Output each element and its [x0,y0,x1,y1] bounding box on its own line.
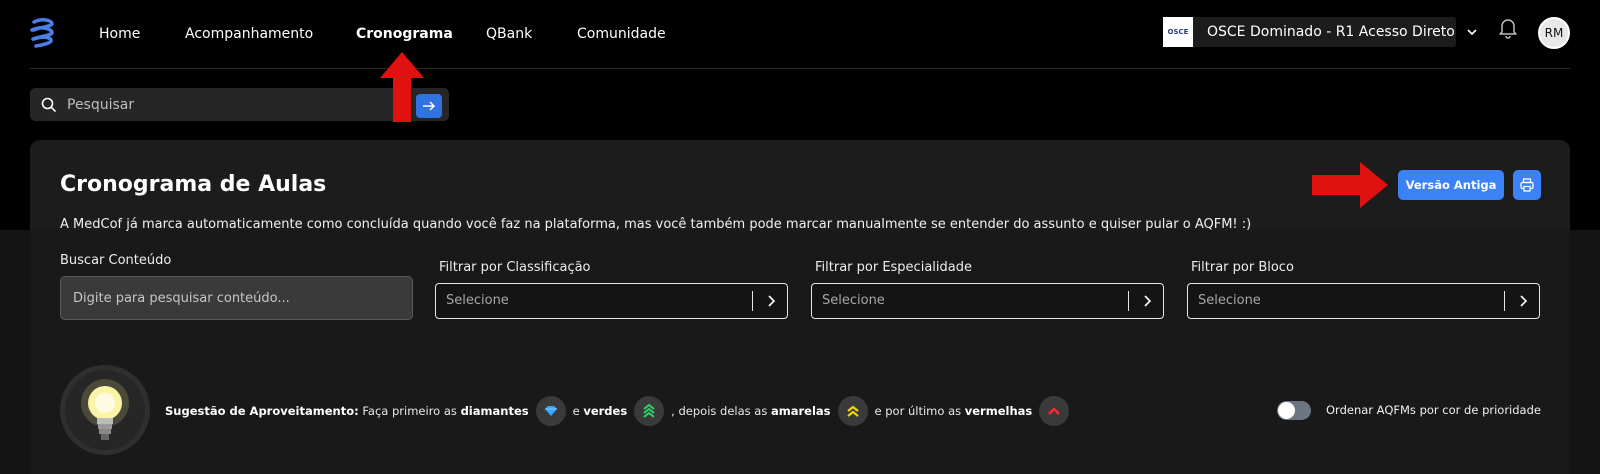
select-divider [1128,291,1129,311]
nav-acompanhamento[interactable]: Acompanhamento [185,26,313,42]
printer-icon [1520,178,1534,192]
suggestion-yellows: amarelas [771,404,831,418]
nav-divider [30,68,1570,69]
page-subtitle: A MedCof já marca automaticamente como c… [60,217,1252,232]
suggestion-greens: verdes [583,404,628,418]
bell-icon[interactable] [1497,16,1519,40]
double-chevron-up-icon [846,405,859,417]
suggestion-text-4: e por último as [874,404,962,418]
toggle-knob [1278,402,1295,419]
yellow-priority-badge [837,396,868,426]
nav-home[interactable]: Home [99,26,140,42]
top-nav: Home Acompanhamento Cronograma QBank Com… [0,0,1600,68]
print-button[interactable] [1513,170,1541,200]
red-priority-badge [1039,396,1070,426]
chevron-right-icon [768,295,776,307]
specialty-filter-label: Filtrar por Especialidade [815,260,972,275]
lightbulb-badge [60,365,150,455]
block-select[interactable]: Selecione [1187,283,1540,319]
priority-sort-label: Ordenar AQFMs por cor de prioridade [1326,403,1541,417]
suggestion-text-3: , depois delas as [671,404,768,418]
old-version-button[interactable]: Versão Antiga [1398,170,1504,200]
arrow-right-icon [423,101,436,111]
course-name: OSCE Dominado - R1 Acesso Direto [1207,24,1455,40]
nav-comunidade[interactable]: Comunidade [577,26,666,42]
select-divider [752,291,753,311]
medcof-logo-icon[interactable] [28,16,56,48]
classification-select-value: Selecione [446,293,509,308]
suggestion-reds: vermelhas [964,404,1033,418]
block-select-value: Selecione [1198,293,1261,308]
suggestion-prefix: Sugestão de Aproveitamento: [165,404,359,418]
course-selector[interactable]: OSCE OSCE Dominado - R1 Acesso Direto [1163,17,1456,47]
course-thumbnail: OSCE [1163,17,1193,47]
page-title: Cronograma de Aulas [60,172,327,197]
avatar[interactable]: RM [1538,17,1570,49]
priority-sort-toggle[interactable] [1277,401,1311,420]
chevron-right-icon [1144,295,1152,307]
suggestion-diamonds: diamantes [460,404,529,418]
green-priority-badge [634,396,665,426]
specialty-select[interactable]: Selecione [811,283,1164,319]
suggestion-text-2: e [572,404,580,418]
triple-chevron-up-icon [643,403,655,418]
search-icon [41,97,57,113]
suggestion-text: Sugestão de Aproveitamento: Faça primeir… [165,396,1076,426]
content-search-label: Buscar Conteúdo [60,253,172,268]
content-search-input[interactable] [60,276,413,320]
nav-cronograma[interactable]: Cronograma [356,26,453,42]
chevron-right-icon [1520,295,1528,307]
diamond-priority-badge [535,396,566,426]
suggestion-text-1: Faça primeiro as [362,404,457,418]
chevron-down-icon[interactable] [1465,25,1479,39]
annotation-arrow-right-icon [1312,162,1388,208]
annotation-arrow-up-icon [380,52,424,122]
chevron-up-icon [1048,407,1061,415]
diamond-icon [544,406,557,416]
select-divider [1504,291,1505,311]
search-input[interactable] [67,88,407,121]
block-filter-label: Filtrar por Bloco [1191,260,1294,275]
classification-filter-label: Filtrar por Classificação [439,260,591,275]
classification-select[interactable]: Selecione [435,283,788,319]
nav-qbank[interactable]: QBank [486,26,532,42]
lightbulb-icon [65,370,145,450]
specialty-select-value: Selecione [822,293,885,308]
